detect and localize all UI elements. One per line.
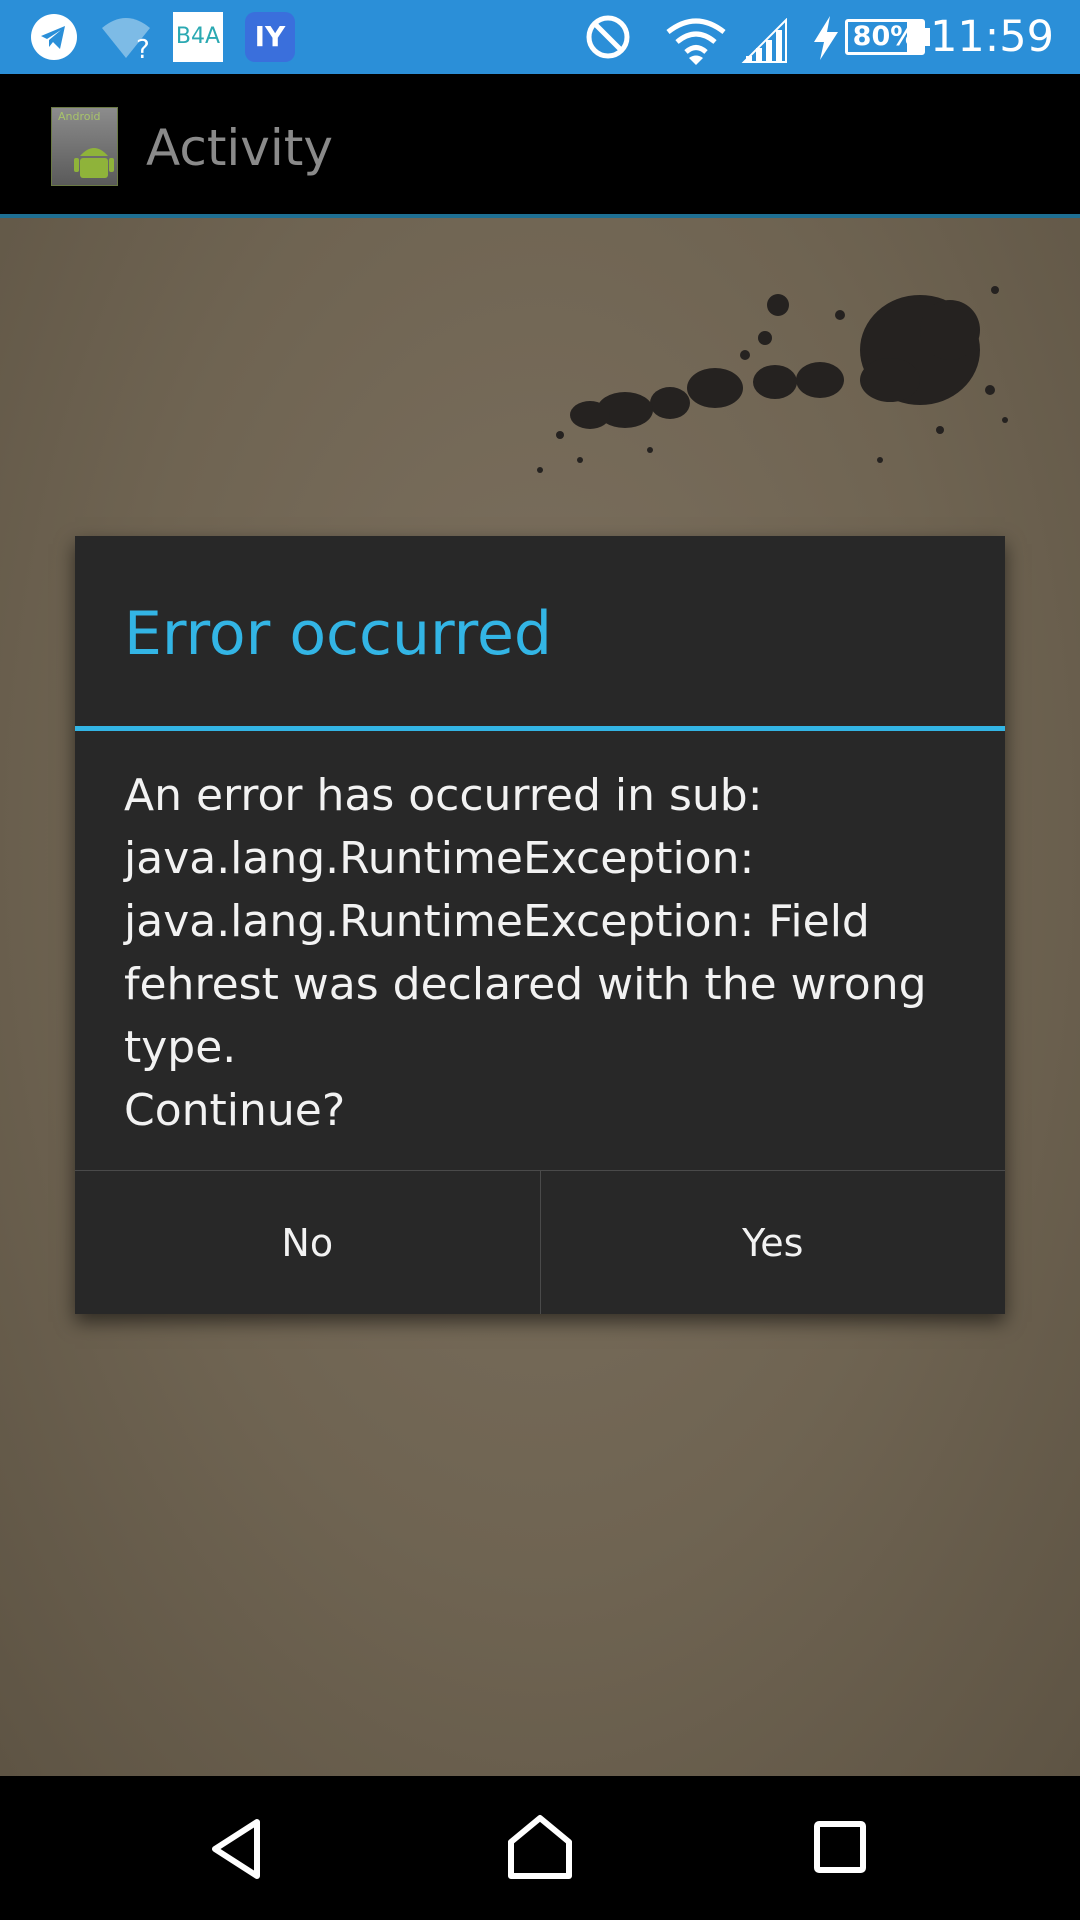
app-icon-label: Android bbox=[58, 110, 101, 123]
signal-icon bbox=[740, 17, 790, 68]
ink-splatter-image bbox=[537, 286, 1008, 473]
status-bar: ? B4A IY 80% 11:59 bbox=[0, 0, 1080, 74]
dialog-title: Error occurred bbox=[124, 599, 552, 669]
yes-button[interactable]: Yes bbox=[539, 1171, 1006, 1314]
no-button[interactable]: No bbox=[75, 1171, 540, 1314]
b4a-icon: B4A bbox=[173, 12, 223, 62]
do-not-disturb-icon bbox=[585, 14, 631, 64]
dialog-button-bar: No Yes bbox=[75, 1170, 1005, 1314]
home-icon bbox=[508, 1815, 572, 1879]
iy-icon: IY bbox=[245, 12, 295, 62]
svg-text:?: ? bbox=[136, 35, 150, 60]
back-icon bbox=[212, 1819, 260, 1879]
android-robot-icon bbox=[74, 148, 114, 178]
recents-button[interactable] bbox=[780, 1776, 900, 1920]
charging-icon bbox=[812, 16, 840, 64]
wifi-icon bbox=[664, 18, 728, 70]
dialog-title-divider bbox=[75, 726, 1005, 731]
back-button[interactable] bbox=[180, 1776, 300, 1920]
recents-icon bbox=[814, 1821, 866, 1873]
battery-percent: 80% bbox=[852, 21, 918, 52]
app-icon: Android bbox=[51, 107, 118, 186]
screen: ? B4A IY 80% 11:59 Android Activity Erro… bbox=[0, 0, 1080, 1920]
home-button[interactable] bbox=[480, 1776, 600, 1920]
telegram-icon bbox=[30, 13, 78, 65]
dialog-message: An error has occurred in sub: java.lang.… bbox=[124, 770, 927, 1136]
wifi-question-icon: ? bbox=[100, 14, 156, 65]
status-clock: 11:59 bbox=[930, 12, 1054, 62]
error-dialog: Error occurred An error has occurred in … bbox=[75, 536, 1005, 1314]
battery-indicator: 80% bbox=[845, 19, 925, 55]
page-title: Activity bbox=[146, 119, 333, 177]
